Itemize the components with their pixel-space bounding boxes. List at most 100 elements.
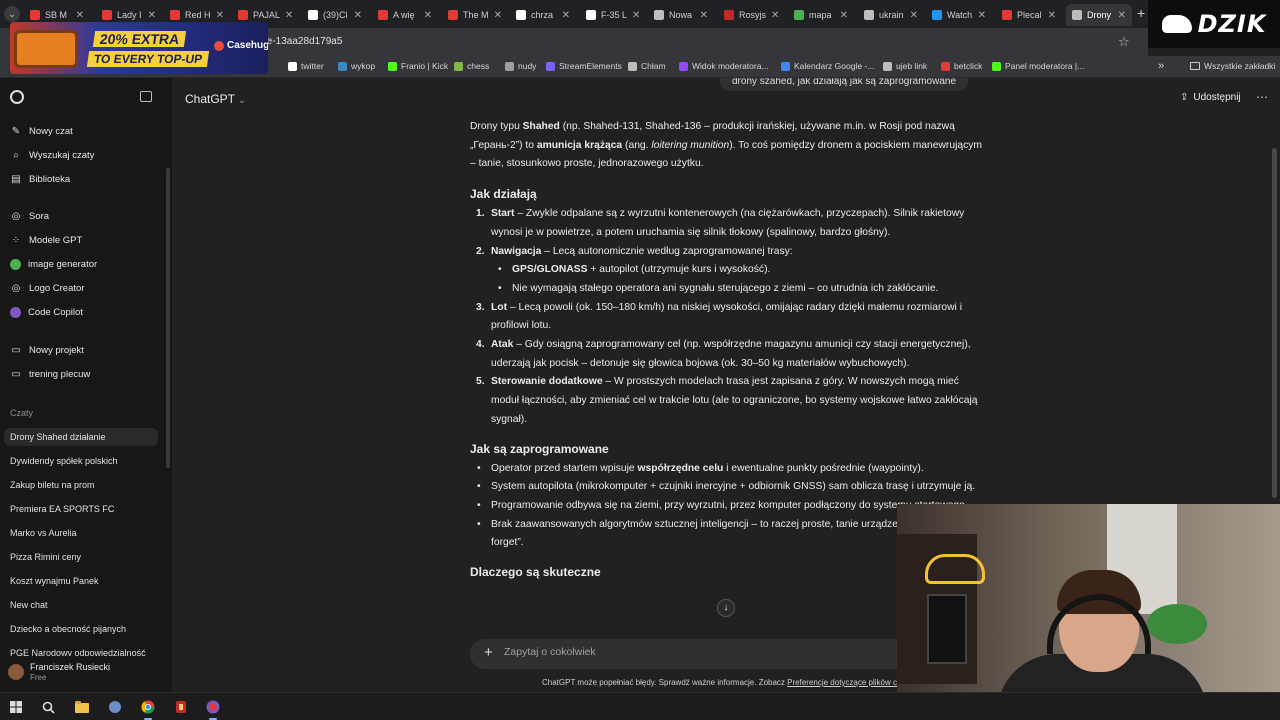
message-input[interactable] <box>504 646 904 658</box>
bookmark-favicon-icon <box>992 61 1001 71</box>
close-icon[interactable]: ✕ <box>771 10 779 21</box>
bookmark-item[interactable]: Panel moderatora |... <box>992 61 1084 71</box>
scroll-down-icon[interactable]: ↓ <box>717 599 735 617</box>
bookmark-item[interactable]: betclick <box>941 61 982 71</box>
openai-logo-icon[interactable] <box>10 90 24 104</box>
browser-tab[interactable]: Nowa ✕ <box>648 4 714 26</box>
bookmark-item[interactable]: wykop <box>338 61 375 71</box>
sidebar-scrollbar[interactable] <box>166 168 170 468</box>
close-icon[interactable]: ✕ <box>632 10 640 21</box>
bookmark-item[interactable]: StreamElements <box>546 61 622 71</box>
sidebar-item-gpt-models[interactable]: ⁘ Modele GPT <box>10 235 83 246</box>
bookmark-favicon-icon <box>388 61 397 71</box>
browser-tab[interactable]: chrza ✕ <box>510 4 576 26</box>
chat-history-item[interactable]: Pizza Rimini ceny <box>10 552 158 562</box>
browser-tab[interactable]: (39)Cl ✕ <box>302 4 368 26</box>
model-selector[interactable]: ChatGPT ⌄ <box>185 92 246 106</box>
url-text[interactable]: fe-13aa28d179a5 <box>264 36 342 47</box>
sidebar-item-sora[interactable]: ◎ Sora <box>10 211 49 222</box>
text: (ang. <box>622 139 652 151</box>
sidebar-item-label: image generator <box>28 259 98 270</box>
new-tab-button[interactable]: + <box>1137 6 1145 20</box>
browser-tab[interactable]: Drony ✕ <box>1066 4 1132 26</box>
share-button[interactable]: ⇪ Udostępnij <box>1180 92 1241 103</box>
sidebar-item-logo-creator[interactable]: ◎ Logo Creator <box>10 283 85 294</box>
answer-intro: Drony typu Shahed (np. Shahed-131, Shahe… <box>470 118 982 174</box>
close-icon[interactable]: ✕ <box>840 10 848 21</box>
disclaimer: ChatGPT może popełniać błędy. Sprawdź wa… <box>542 678 916 687</box>
chat-history-item[interactable]: Zakup biletu na prom <box>10 480 158 490</box>
chat-history-item[interactable]: Drony Shahed działanie <box>4 428 158 446</box>
close-icon[interactable]: ✕ <box>76 10 84 21</box>
tab-search-icon[interactable]: ⌄ <box>4 6 20 22</box>
sidebar-item-library[interactable]: ▤ Biblioteka <box>10 174 70 185</box>
all-bookmarks-button[interactable]: Wszystkie zakładki <box>1190 61 1275 71</box>
bookmark-star-icon[interactable]: ☆ <box>1118 34 1130 50</box>
sidebar-item-image-generator[interactable]: image generator <box>10 259 97 270</box>
bullet: • <box>477 481 481 493</box>
avatar <box>8 664 24 680</box>
browser-icon[interactable] <box>205 699 221 720</box>
sidebar-item-new-project[interactable]: ▭ Nowy projekt <box>10 345 84 356</box>
sidebar-item-new-chat[interactable]: ✎ Nowy czat <box>10 126 73 137</box>
bookmark-item[interactable]: Chłam <box>628 61 666 71</box>
bookmark-item[interactable]: nudy <box>505 61 536 71</box>
bookmark-item[interactable]: Widok moderatora... <box>679 61 769 71</box>
bookmark-item[interactable]: Franio | Kick <box>388 61 448 71</box>
browser-tab[interactable]: F-35 L ✕ <box>580 4 646 26</box>
chat-history-item[interactable]: Premiera EA SPORTS FC <box>10 504 158 514</box>
close-icon[interactable]: ✕ <box>978 10 986 21</box>
sidebar-item-code-copilot[interactable]: Code Copilot <box>10 307 83 318</box>
bookmark-label: Widok moderatora... <box>692 61 769 71</box>
sidebar-toggle-icon[interactable] <box>140 91 152 102</box>
close-icon[interactable]: ✕ <box>910 10 918 21</box>
browser-tab[interactable]: Watch ✕ <box>926 4 992 26</box>
browser-tab[interactable]: ukrain ✕ <box>858 4 924 26</box>
list-item: 3. Lot – Lecą powoli (ok. 150–180 km/h) n… <box>470 299 982 336</box>
close-icon[interactable]: ✕ <box>562 10 570 21</box>
browser-tab[interactable]: The M ✕ <box>442 4 508 26</box>
main-scrollbar[interactable] <box>1272 148 1277 498</box>
tab-favicon-icon <box>378 10 388 20</box>
browser-tab[interactable]: A wię ✕ <box>372 4 438 26</box>
bookmark-item[interactable]: twitter <box>288 61 324 71</box>
browser-tab[interactable]: mapa ✕ <box>788 4 854 26</box>
more-options-icon[interactable]: ⋯ <box>1256 90 1268 104</box>
browser-tab[interactable]: Plecal ✕ <box>996 4 1062 26</box>
close-icon[interactable]: ✕ <box>700 10 708 21</box>
close-icon[interactable]: ✕ <box>1048 10 1056 21</box>
close-icon[interactable]: ✕ <box>216 10 224 21</box>
plus-icon[interactable]: + <box>484 644 493 661</box>
close-icon[interactable]: ✕ <box>354 10 362 21</box>
close-icon[interactable]: ✕ <box>494 10 502 21</box>
windows-start-icon[interactable] <box>8 699 24 715</box>
casehug-ad-banner[interactable]: 20% EXTRA TO EVERY TOP-UP Casehug <box>10 22 268 74</box>
close-icon[interactable]: ✕ <box>424 10 432 21</box>
all-bookmarks-label: Wszystkie zakładki <box>1204 61 1276 71</box>
close-icon[interactable]: ✕ <box>148 10 156 21</box>
app-icon[interactable] <box>107 699 123 715</box>
bookmark-item[interactable]: Kalendarz Google -... <box>781 61 874 71</box>
chat-history-item[interactable]: Koszt wynajmu Panek <box>10 576 158 586</box>
sidebar-item-project[interactable]: ▭ trening plecuw <box>10 369 90 380</box>
file-explorer-icon[interactable] <box>74 699 90 715</box>
bookmarks-overflow-icon[interactable]: » <box>1158 60 1164 72</box>
tab-label: Drony <box>1087 10 1112 20</box>
bookmark-item[interactable]: ujeb link <box>883 61 927 71</box>
chat-history-item[interactable]: Dziecko a obecność pijanych <box>10 624 158 634</box>
chrome-icon[interactable] <box>140 699 156 720</box>
chat-history-item[interactable]: PGE Narodowy odpowiedzialność <box>10 648 158 656</box>
red-app-icon[interactable] <box>173 699 189 715</box>
browser-tab[interactable]: Rosyjs ✕ <box>718 4 784 26</box>
user-profile[interactable]: Franciszek Rusiecki Free <box>8 662 110 682</box>
chat-history-item[interactable]: New chat <box>10 600 158 610</box>
chat-history-item[interactable]: Dywidendy spółek polskich <box>10 456 158 466</box>
close-icon[interactable]: ✕ <box>285 10 293 21</box>
search-icon[interactable] <box>40 699 56 715</box>
close-icon[interactable]: ✕ <box>1118 10 1126 21</box>
list-number: 4. <box>476 339 485 351</box>
text: Start <box>491 208 515 220</box>
sidebar-item-search-chats[interactable]: ⌕ Wyszukaj czaty <box>10 150 94 161</box>
chat-history-item[interactable]: Marko vs Aurelia <box>10 528 158 538</box>
bookmark-item[interactable]: chess <box>454 61 489 71</box>
